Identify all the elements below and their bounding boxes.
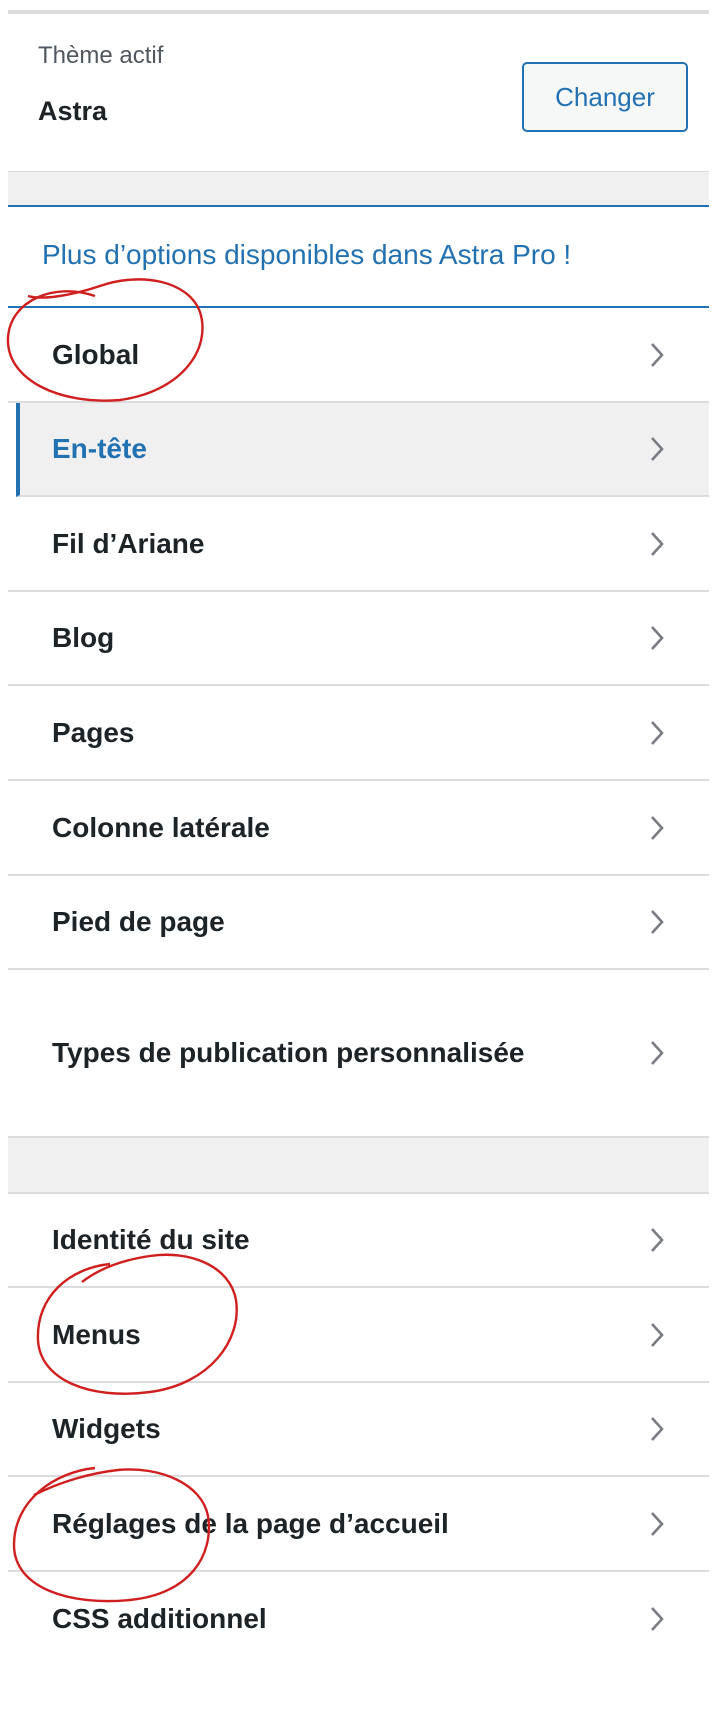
chevron-right-icon <box>651 626 664 650</box>
chevron-right-icon <box>651 1322 664 1347</box>
chevron-right-icon <box>651 1041 664 1065</box>
section-global[interactable]: Global <box>8 308 709 403</box>
chevron-right-icon <box>651 815 664 840</box>
section-label: Widgets <box>52 1413 161 1444</box>
section-blog[interactable]: Blog <box>8 592 709 686</box>
chevron-right-icon <box>651 342 664 367</box>
section-label: Types de publication personnalisée <box>52 1037 525 1068</box>
section-separator <box>8 171 709 207</box>
section-label: Identité du site <box>52 1224 250 1255</box>
section-label: Fil d’Ariane <box>52 527 205 559</box>
promo-section: Plus d’options disponibles dans Astra Pr… <box>8 207 709 308</box>
chevron-right-icon <box>651 1607 664 1631</box>
section-label: CSS additionnel <box>52 1603 267 1634</box>
section-label: Menus <box>52 1318 141 1350</box>
section-breadcrumb[interactable]: Fil d’Ariane <box>8 497 709 592</box>
section-menus[interactable]: Menus <box>8 1288 709 1383</box>
chevron-right-icon <box>651 437 664 461</box>
section-label: Pied de page <box>52 906 225 937</box>
section-site-identity[interactable]: Identité du site <box>8 1194 709 1288</box>
section-label: Pages <box>52 716 135 748</box>
section-separator <box>8 1138 709 1194</box>
change-theme-button[interactable]: Changer <box>522 62 688 132</box>
chevron-right-icon <box>651 1417 664 1441</box>
section-header[interactable]: En-tête <box>16 403 709 497</box>
astra-pro-link[interactable]: Plus d’options disponibles dans Astra Pr… <box>42 239 571 271</box>
active-theme-caption: Thème actif <box>38 42 164 69</box>
chevron-right-icon <box>651 720 664 745</box>
chevron-right-icon <box>651 1228 664 1252</box>
chevron-right-icon <box>651 531 664 556</box>
chevron-right-icon <box>651 910 664 934</box>
section-footer[interactable]: Pied de page <box>8 876 709 970</box>
section-label: Colonne latérale <box>52 811 270 843</box>
chevron-right-icon <box>651 1511 664 1536</box>
section-label: Réglages de la page d’accueil <box>52 1507 449 1539</box>
section-homepage-settings[interactable]: Réglages de la page d’accueil <box>8 1477 709 1572</box>
active-theme-name: Astra <box>38 96 108 126</box>
section-sidebar[interactable]: Colonne latérale <box>8 781 709 876</box>
section-label: Blog <box>52 622 115 653</box>
section-pages[interactable]: Pages <box>8 686 709 781</box>
section-additional-css[interactable]: CSS additionnel <box>8 1572 709 1666</box>
section-widgets[interactable]: Widgets <box>8 1383 709 1477</box>
section-label: En-tête <box>52 433 147 464</box>
section-custom-post-types[interactable]: Types de publication personnalisée <box>8 970 709 1138</box>
section-label: Global <box>52 338 140 370</box>
